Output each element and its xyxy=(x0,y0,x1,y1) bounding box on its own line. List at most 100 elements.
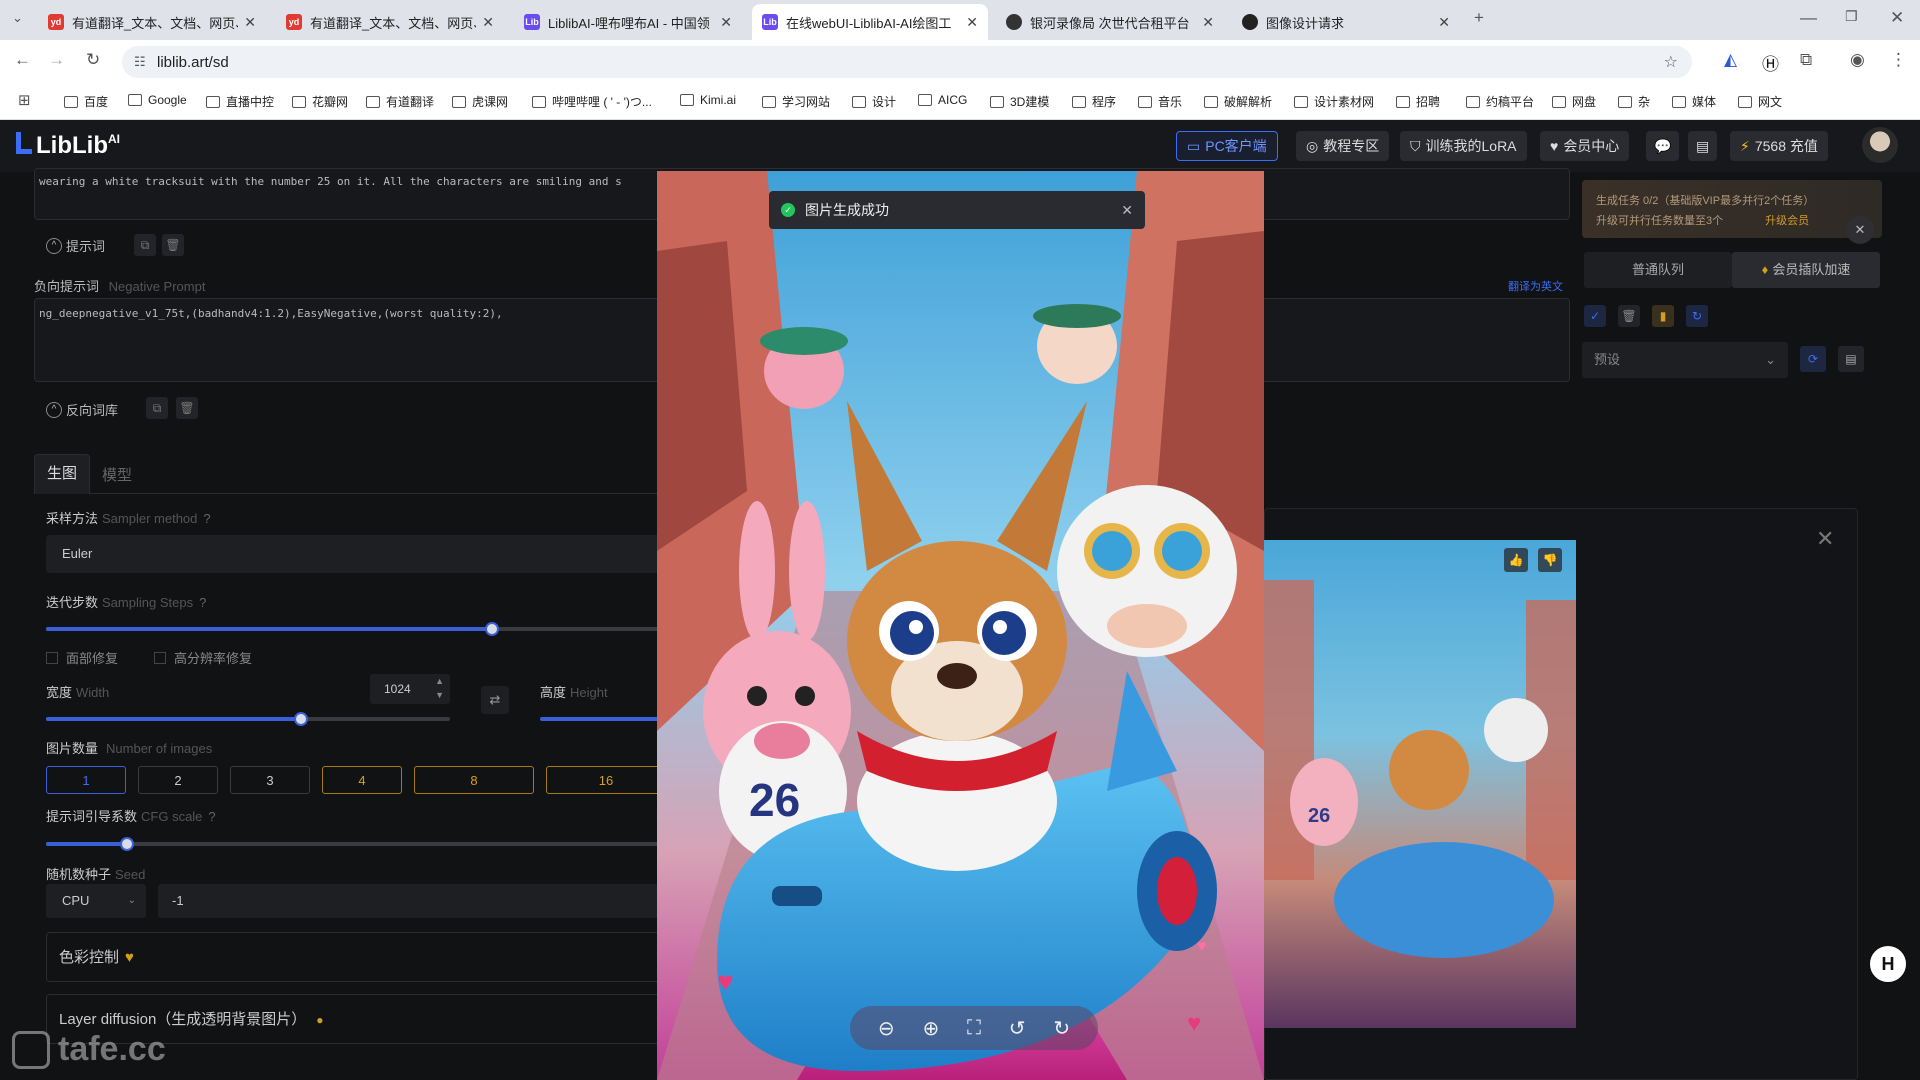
width-slider-knob[interactable] xyxy=(294,712,308,726)
sampler-select[interactable]: Euler xyxy=(46,535,666,573)
queue-normal-button[interactable]: 普通队列 xyxy=(1584,252,1732,288)
face-fix-checkbox[interactable]: 面部修复 xyxy=(46,648,118,667)
hires-fix-checkbox[interactable]: 高分辨率修复 xyxy=(154,648,252,667)
bookmark-item[interactable]: 破解解析 xyxy=(1204,93,1272,110)
copy-icon[interactable]: ⧉ xyxy=(146,397,168,419)
negative-library-header[interactable]: ^ 反向词库 xyxy=(46,400,118,419)
bookmark-item[interactable]: 音乐 xyxy=(1138,93,1182,110)
upgrade-member-link[interactable]: 升级会员 xyxy=(1765,215,1809,227)
help-icon[interactable]: ? xyxy=(203,511,210,526)
new-tab-icon[interactable]: + xyxy=(1474,8,1484,28)
bookmark-item[interactable]: Google xyxy=(128,93,187,107)
num-images-option[interactable]: 3 xyxy=(230,766,310,794)
file-icon[interactable]: ▤ xyxy=(1838,346,1864,372)
browser-tab[interactable]: yd 有道翻译_文本、文档、网页、 ✕ xyxy=(38,4,266,40)
bookmark-item[interactable]: 设计素材网 xyxy=(1294,93,1374,110)
thumbs-up-icon[interactable]: 👍 xyxy=(1504,548,1528,572)
tab-model[interactable]: 模型 xyxy=(102,464,132,485)
menu-dots-icon[interactable]: ⋮ xyxy=(1890,50,1907,70)
bookmark-item[interactable]: 杂 xyxy=(1618,93,1650,110)
bookmark-item[interactable]: 哔哩哔哩 ( ' - ')つ... xyxy=(532,93,652,110)
floating-assistant-button[interactable]: H xyxy=(1868,944,1908,984)
browser-tab[interactable]: 图像设计请求 ✕ xyxy=(1232,4,1460,40)
train-lora-button[interactable]: ⛉ 训练我的LoRA xyxy=(1400,131,1527,161)
close-icon[interactable]: ✕ xyxy=(1202,14,1214,31)
extension-icon[interactable]: ◭ xyxy=(1724,50,1737,70)
num-images-option[interactable]: 1 xyxy=(46,766,126,794)
bookmark-item[interactable]: AICG xyxy=(918,93,967,107)
bookmark-item[interactable]: 约稿平台 xyxy=(1466,93,1534,110)
extension-h-icon[interactable]: Ⓗ xyxy=(1762,50,1779,75)
minimize-icon[interactable]: — xyxy=(1800,8,1817,28)
bookmark-item[interactable]: 直播中控 xyxy=(206,93,274,110)
prompt-section-header[interactable]: ^ 提示词 xyxy=(46,236,105,255)
close-window-icon[interactable]: ✕ xyxy=(1890,8,1904,28)
preset-select[interactable]: 预设 ⌄ xyxy=(1582,342,1788,378)
help-icon[interactable]: ? xyxy=(199,595,206,610)
zoom-out-icon[interactable]: ⊖ xyxy=(878,1016,895,1041)
width-input[interactable]: 1024 ▲ ▼ xyxy=(370,674,450,704)
image-preview-modal[interactable]: 26 ♥ ♥ ♥ xyxy=(657,171,1264,1080)
browser-tab-active[interactable]: Lib 在线webUI-LiblibAI-AI绘图工 ✕ xyxy=(752,4,988,40)
message-button[interactable]: 💬 xyxy=(1646,131,1680,161)
forward-icon[interactable]: → xyxy=(48,50,65,70)
trash-icon[interactable]: 🗑 xyxy=(176,397,198,419)
color-control-row[interactable]: 色彩控制 ♥ xyxy=(46,932,666,982)
restore-icon[interactable]: ❐ xyxy=(1845,8,1858,25)
bookmark-item[interactable]: 虎课网 xyxy=(452,93,508,110)
result-thumbnail[interactable]: 26 👍 👎 xyxy=(1264,540,1576,1028)
close-icon[interactable]: ✕ xyxy=(1438,14,1450,31)
bookmark-item[interactable]: 花瓣网 xyxy=(292,93,348,110)
copy-icon[interactable]: ⧉ xyxy=(134,234,156,256)
steps-slider-knob[interactable] xyxy=(485,622,499,636)
seed-device-select[interactable]: CPU ⌄ xyxy=(46,884,146,918)
browser-tab[interactable]: Lib LiblibAI-哩布哩布AI - 中国领 ✕ xyxy=(514,4,742,40)
save-preset-icon[interactable]: ⟳ xyxy=(1800,346,1826,372)
result-close-icon[interactable]: ✕ xyxy=(1816,526,1834,552)
bookmark-item[interactable]: Kimi.ai xyxy=(680,93,736,107)
bookmark-item[interactable]: 媒体 xyxy=(1672,93,1716,110)
pc-client-button[interactable]: ▭ PC客户端 xyxy=(1176,131,1278,161)
apps-grid-icon[interactable]: ⊞ xyxy=(18,91,31,109)
seed-input[interactable]: -1 xyxy=(158,884,666,918)
back-icon[interactable]: ← xyxy=(14,50,31,70)
refresh-icon[interactable]: ↻ xyxy=(1686,305,1708,327)
bookmark-item[interactable]: 3D建模 xyxy=(990,93,1049,110)
reload-icon[interactable]: ↻ xyxy=(86,50,100,70)
rotate-left-icon[interactable]: ↺ xyxy=(1009,1016,1026,1041)
profile-icon[interactable]: ◉ xyxy=(1850,50,1865,70)
help-icon[interactable]: ? xyxy=(208,809,215,824)
close-icon[interactable]: ✕ xyxy=(966,14,978,31)
zoom-in-icon[interactable]: ⊕ xyxy=(922,1016,939,1041)
translate-link[interactable]: 翻译为英文 xyxy=(1508,278,1563,294)
trash-icon[interactable]: 🗑 xyxy=(1618,305,1640,327)
bookmark-item[interactable]: 程序 xyxy=(1072,93,1116,110)
member-center-button[interactable]: ♥ 会员中心 xyxy=(1540,131,1630,161)
trash-icon[interactable]: 🗑 xyxy=(162,234,184,256)
bookmark-item[interactable]: 网盘 xyxy=(1552,93,1596,110)
rotate-right-icon[interactable]: ↻ xyxy=(1053,1016,1070,1041)
tab-search-icon[interactable]: ⌄ xyxy=(12,10,23,26)
url-field[interactable]: ☷ liblib.art/sd ☆ xyxy=(122,46,1692,78)
banner-close-button[interactable]: ✕ xyxy=(1846,216,1874,244)
bookmark-item[interactable]: 招聘 xyxy=(1396,93,1440,110)
tutorial-button[interactable]: ◎ 教程专区 xyxy=(1296,131,1390,161)
cfg-slider-knob[interactable] xyxy=(120,837,134,851)
bookmark-item[interactable]: 百度 xyxy=(64,93,108,110)
cfg-slider-track[interactable] xyxy=(46,842,666,846)
user-avatar[interactable] xyxy=(1862,127,1898,163)
bookmark-item[interactable]: 有道翻译 xyxy=(366,93,434,110)
bookmark-star-icon[interactable]: ☆ xyxy=(1664,52,1678,72)
select-all-icon[interactable]: ✓ xyxy=(1584,305,1606,327)
bookmark-icon[interactable]: ▮ xyxy=(1652,305,1674,327)
fullscreen-icon[interactable]: ⛶ xyxy=(967,1017,981,1040)
browser-tab[interactable]: 银河录像局 次世代合租平台 ✕ xyxy=(996,4,1224,40)
num-images-option-vip[interactable]: 4 xyxy=(322,766,402,794)
toast-close-icon[interactable]: ✕ xyxy=(1121,202,1133,219)
close-icon[interactable]: ✕ xyxy=(482,14,494,31)
num-images-option-vip[interactable]: 16 xyxy=(546,766,666,794)
queue-vip-button[interactable]: ♦ 会员插队加速 xyxy=(1732,252,1880,288)
num-images-option[interactable]: 2 xyxy=(138,766,218,794)
browser-tab[interactable]: yd 有道翻译_文本、文档、网页、 ✕ xyxy=(276,4,504,40)
num-images-option-vip[interactable]: 8 xyxy=(414,766,534,794)
